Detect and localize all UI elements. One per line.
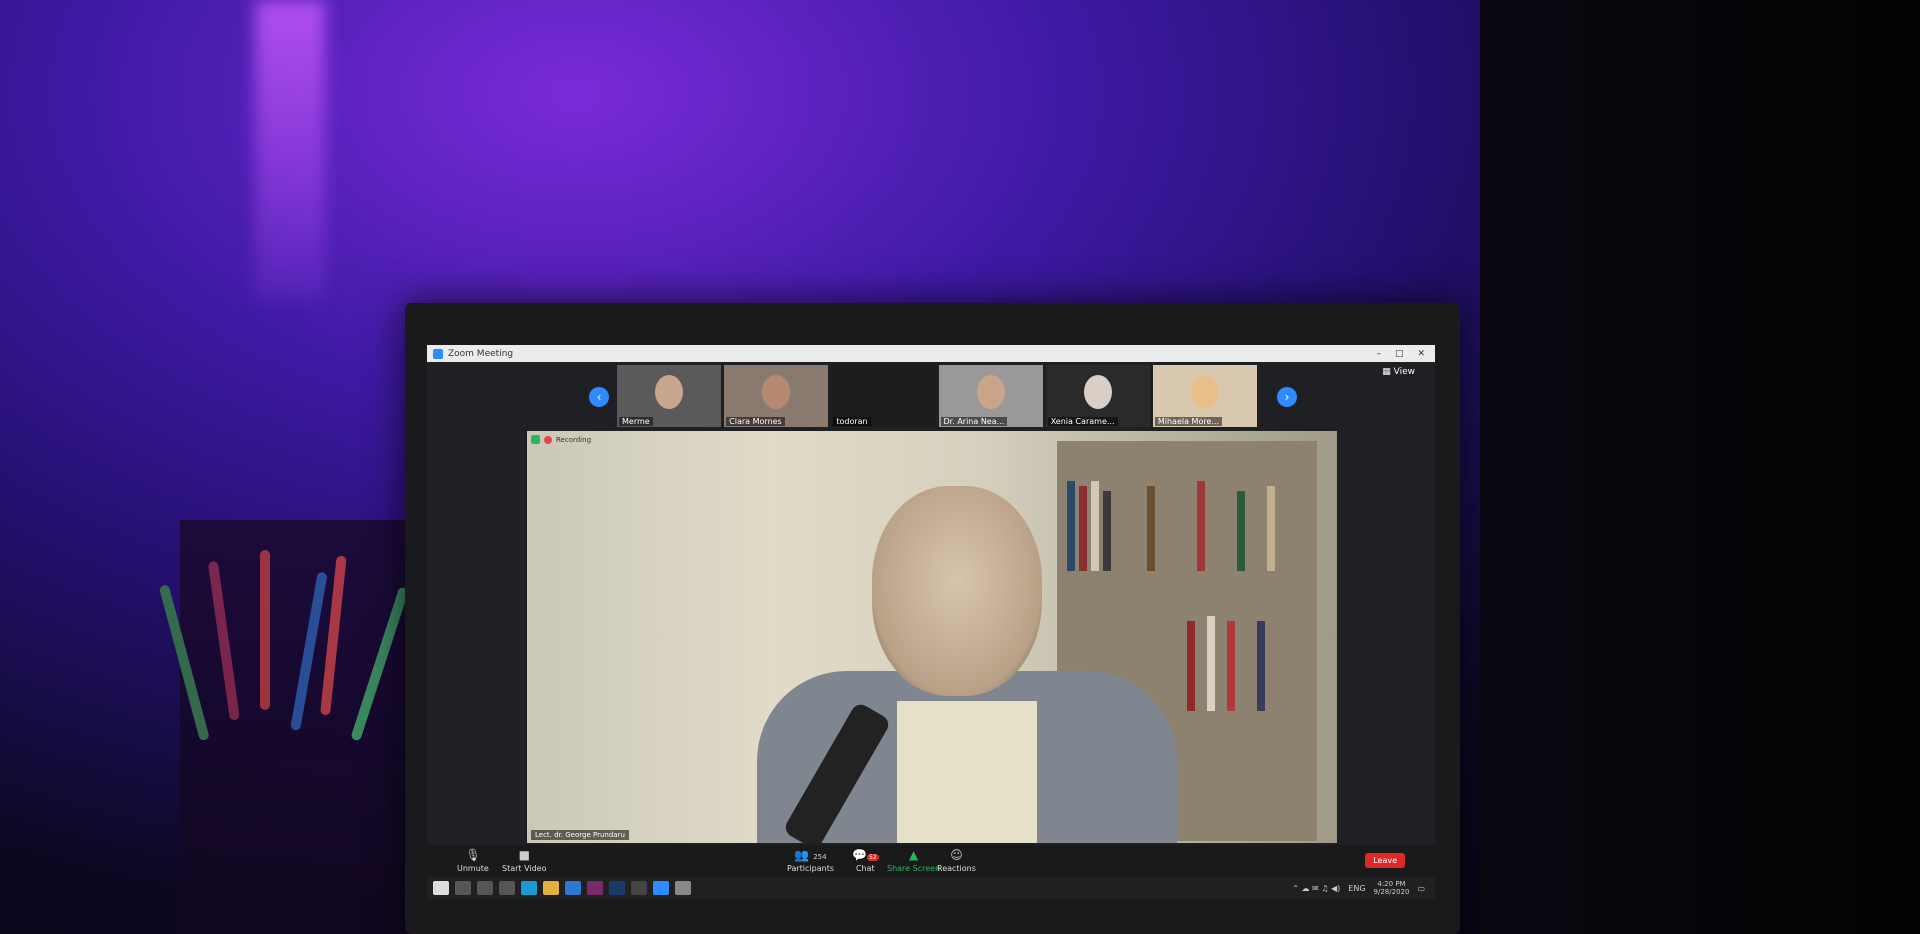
active-speaker-video: Recording Lect. dr. George Prundaru [527, 431, 1337, 843]
close-icon[interactable]: ✕ [1417, 349, 1425, 359]
zoom-logo-icon [433, 348, 443, 359]
participant-name: Mihaela More... [1154, 417, 1223, 426]
avatar [655, 375, 683, 409]
participant-tile[interactable]: Xenia Carame... [1045, 365, 1150, 427]
gallery-strip: Merme Clara Mornes todoran Dr. Arina Nea… [617, 365, 1258, 427]
shield-icon [531, 435, 540, 444]
participant-tile[interactable]: Merme [617, 365, 722, 427]
monitor: Zoom Meeting – □ ✕ ‹ › ▦ View Merme Clar… [405, 303, 1460, 934]
reactions-icon: ☺ [950, 848, 963, 862]
clock-time: 4:20 PM [1377, 880, 1406, 888]
gallery-prev-button[interactable]: ‹ [589, 387, 609, 407]
purple-light [255, 0, 325, 300]
window-title: Zoom Meeting [448, 348, 514, 359]
windows-taskbar: ⌃ ☁ ✉ ♫ ◀) ENG 4:20 PM 9/28/2020 ▭ [427, 877, 1435, 899]
clock[interactable]: 4:20 PM 9/28/2020 [1374, 880, 1410, 896]
leave-button[interactable]: Leave [1365, 853, 1405, 868]
reactions-label: Reactions [937, 864, 976, 873]
participant-name: Xenia Carame... [1047, 417, 1118, 426]
system-tray: ⌃ ☁ ✉ ♫ ◀) ENG 4:20 PM 9/28/2020 ▭ [1292, 880, 1435, 896]
reactions-button[interactable]: ☺ Reactions [937, 848, 976, 873]
view-button[interactable]: ▦ View [1382, 367, 1415, 377]
dark-wall [1480, 0, 1920, 934]
app-icon[interactable] [631, 881, 647, 895]
speaker-shirt [897, 701, 1037, 843]
pen-holder [158, 520, 420, 934]
view-label: View [1393, 367, 1415, 377]
participants-label: Participants [787, 864, 834, 873]
record-dot-icon [544, 435, 552, 444]
adobe-xd-icon[interactable] [587, 881, 603, 895]
participant-count: 254 [813, 853, 827, 861]
vscode-icon[interactable] [565, 881, 581, 895]
avatar [976, 375, 1005, 409]
speaker-head [872, 486, 1042, 696]
gallery-next-button[interactable]: › [1277, 387, 1297, 407]
window-titlebar: Zoom Meeting – □ ✕ [427, 345, 1435, 362]
avatar [1083, 375, 1112, 409]
meeting-toolbar: 🎙 Unmute ■ Start Video 👥 254 Participant… [427, 845, 1435, 877]
video-off-icon: ■ [518, 848, 530, 862]
clock-date: 9/28/2020 [1373, 888, 1410, 896]
minimize-icon[interactable]: – [1376, 349, 1381, 359]
windows-start-icon[interactable] [433, 881, 449, 895]
chat-icon: 💬 52 [852, 848, 879, 862]
language-indicator[interactable]: ENG [1348, 884, 1365, 893]
app-icon[interactable] [675, 881, 691, 895]
recording-indicator: Recording [531, 435, 591, 444]
participants-button[interactable]: 👥 254 Participants [787, 848, 834, 873]
file-explorer-icon[interactable] [543, 881, 559, 895]
cortana-icon[interactable] [477, 881, 493, 895]
edge-icon[interactable] [521, 881, 537, 895]
share-screen-label: Share Screen [887, 864, 941, 873]
tray-icons[interactable]: ⌃ ☁ ✉ ♫ ◀) [1292, 884, 1340, 893]
chat-badge: 52 [866, 854, 879, 861]
mic-muted-icon: 🎙 [465, 848, 481, 862]
start-video-button[interactable]: ■ Start Video [502, 848, 547, 873]
share-screen-button[interactable]: ▲ Share Screen [887, 848, 940, 873]
participant-name: Merme [619, 417, 653, 426]
search-icon[interactable] [455, 881, 471, 895]
chat-label: Chat [855, 864, 875, 873]
avatar [762, 375, 791, 409]
participant-tile[interactable]: Mihaela More... [1152, 365, 1258, 427]
participant-name: todoran [833, 417, 871, 426]
participant-tile[interactable]: Clara Mornes [724, 365, 829, 427]
zoom-taskbar-icon[interactable] [653, 881, 669, 895]
participants-icon: 👥 254 [794, 848, 827, 862]
participant-name: Clara Mornes [726, 417, 785, 426]
unmute-label: Unmute [457, 864, 489, 873]
start-video-label: Start Video [502, 864, 547, 873]
participant-tile[interactable]: todoran [831, 365, 936, 427]
photoshop-icon[interactable] [609, 881, 625, 895]
zoom-window: Zoom Meeting – □ ✕ ‹ › ▦ View Merme Clar… [427, 345, 1435, 899]
unmute-button[interactable]: 🎙 Unmute [457, 848, 489, 873]
recording-label: Recording [556, 435, 592, 444]
maximize-icon[interactable]: □ [1395, 349, 1404, 359]
participant-name: Dr. Arina Nea... [940, 417, 1008, 426]
chat-button[interactable]: 💬 52 Chat [852, 848, 879, 873]
task-view-icon[interactable] [499, 881, 515, 895]
speaker-name: Lect. dr. George Prundaru [531, 830, 629, 840]
avatar [1190, 375, 1219, 409]
participant-tile[interactable]: Dr. Arina Nea... [938, 365, 1043, 427]
share-screen-icon: ▲ [908, 848, 919, 862]
notification-icon[interactable]: ▭ [1417, 884, 1425, 893]
